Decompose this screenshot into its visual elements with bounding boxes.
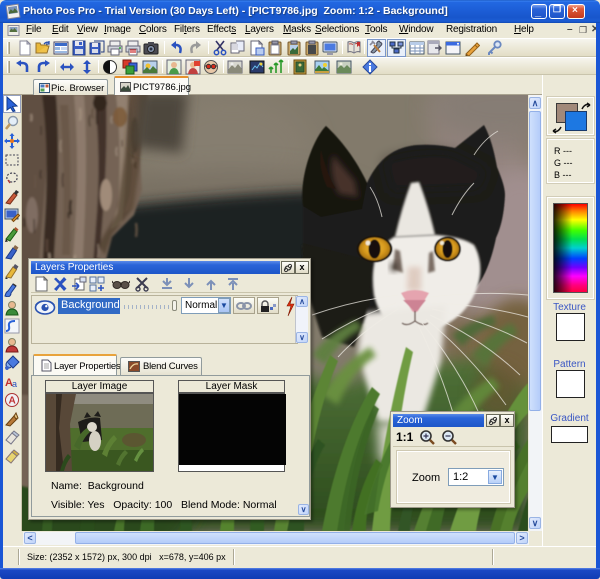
- svg-text:a: a: [12, 379, 17, 389]
- svg-text:A: A: [9, 396, 16, 407]
